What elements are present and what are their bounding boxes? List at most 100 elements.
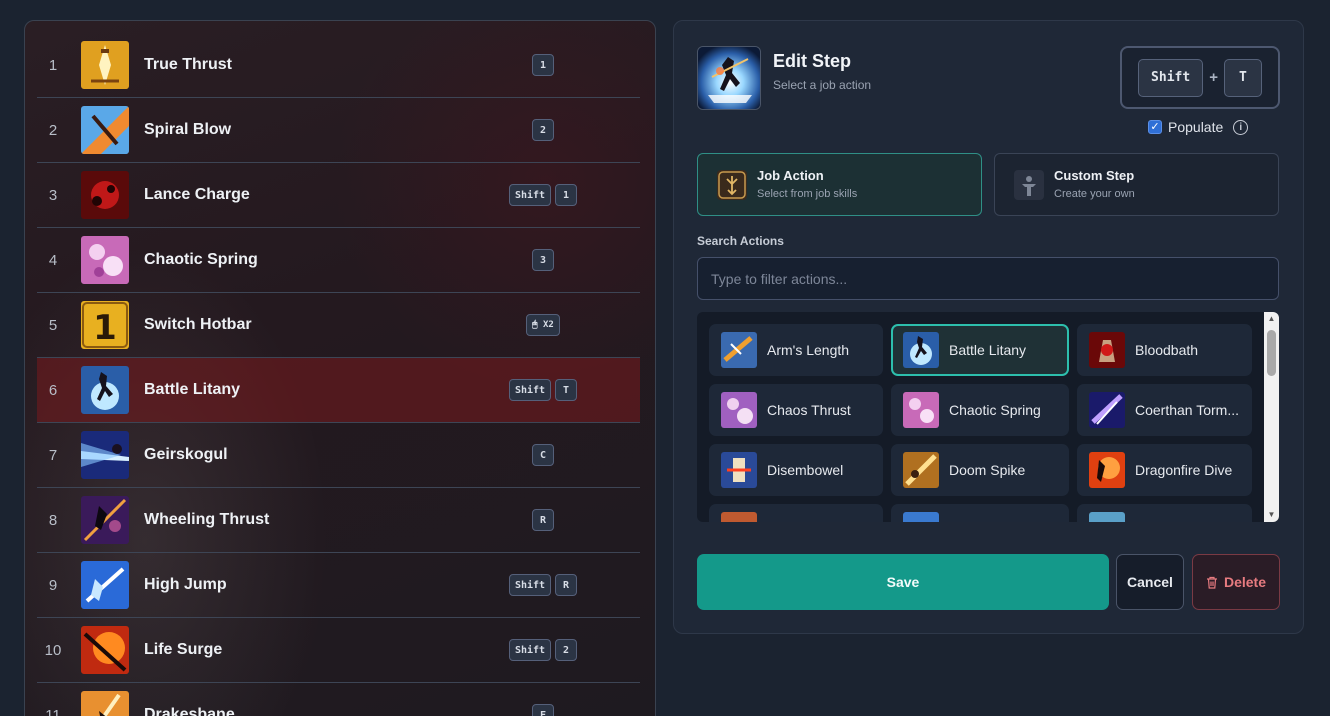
step-number: 9 — [48, 576, 58, 594]
action-tile[interactable]: Doom Spike — [891, 444, 1069, 496]
keycap: 2 — [532, 119, 554, 141]
mode-custom-subtitle: Create your own — [1054, 188, 1135, 200]
action-tile[interactable]: Arm's Length — [709, 324, 883, 376]
action-icon — [903, 452, 939, 488]
action-tile[interactable]: Coerthan Torm... — [1077, 384, 1252, 436]
action-tile[interactable]: Disembowel — [709, 444, 883, 496]
save-button-label: Save — [886, 574, 920, 590]
hotkey-modifier-key: Shift — [1138, 58, 1204, 97]
trash-icon — [1206, 576, 1217, 589]
action-name: Doom Spike — [949, 462, 1026, 478]
search-actions-input[interactable] — [697, 257, 1279, 300]
step-number: 10 — [44, 641, 62, 659]
step-name: Drakesbane — [144, 706, 235, 716]
step-keybind: F — [507, 704, 579, 716]
rotation-step-row[interactable]: 10 Life Surge Shift 2 — [37, 618, 640, 683]
step-number: 3 — [48, 186, 58, 204]
action-tile[interactable]: Chaotic Spring — [891, 384, 1069, 436]
rotation-step-row[interactable]: 11 Drakesbane F — [37, 683, 640, 716]
rotation-panel: 1 True Thrust 1 2 Spiral Blow 2 3 Lance Charge S… — [24, 20, 656, 716]
action-name: Chaotic Spring — [949, 402, 1041, 418]
step-number: 6 — [48, 381, 58, 399]
action-tile-partial[interactable] — [1077, 504, 1252, 522]
action-name: Battle Litany — [949, 342, 1027, 358]
info-icon[interactable]: i — [1233, 119, 1249, 135]
step-number: 8 — [48, 511, 58, 529]
keycap: 🖱 X2 — [526, 314, 560, 336]
rotation-step-row[interactable]: 8 Wheeling Thrust R — [37, 488, 640, 553]
step-name: Wheeling Thrust — [144, 511, 270, 528]
actions-scrollbar[interactable]: ▲ ▼ — [1264, 312, 1279, 522]
step-keybind: Shift T — [507, 379, 579, 401]
keycap: T — [555, 379, 578, 401]
rotation-step-row[interactable]: 2 Spiral Blow 2 — [37, 98, 640, 163]
rotation-step-row[interactable]: 4 Chaotic Spring 3 — [37, 228, 640, 293]
rotation-step-row[interactable]: 1 True Thrust 1 — [37, 33, 640, 98]
keycap: Shift — [508, 379, 552, 401]
populate-checkbox[interactable]: ✓ — [1148, 120, 1162, 134]
step-name: Geirskogul — [144, 446, 228, 463]
scroll-thumb[interactable] — [1267, 330, 1276, 376]
cancel-button[interactable]: Cancel — [1116, 554, 1184, 610]
skill-icon — [81, 431, 129, 479]
action-tile[interactable]: Dragonfire Dive — [1077, 444, 1252, 496]
action-tile-partial[interactable] — [709, 504, 883, 522]
save-button[interactable]: Save — [697, 554, 1109, 610]
step-keybind: 2 — [507, 119, 579, 141]
svg-text:1: 1 — [93, 308, 117, 348]
search-actions-label: Search Actions — [697, 234, 784, 248]
skill-icon — [81, 366, 129, 414]
step-keybind: 🖱 X2 — [507, 314, 579, 336]
rotation-step-row[interactable]: 7 Geirskogul C — [37, 423, 640, 488]
mode-job-title: Job Action — [757, 168, 824, 183]
skill-icon — [81, 691, 129, 716]
step-name: Switch Hotbar — [144, 316, 252, 333]
skill-icon — [81, 106, 129, 154]
action-icon — [1089, 452, 1125, 488]
step-name: Spiral Blow — [144, 121, 232, 138]
delete-button[interactable]: Delete — [1192, 554, 1280, 610]
step-number: 7 — [48, 446, 58, 464]
action-tile[interactable]: Bloodbath — [1077, 324, 1252, 376]
hotkey-plus: + — [1209, 69, 1218, 86]
action-tile-partial[interactable] — [891, 504, 1069, 522]
action-name: Chaos Thrust — [767, 402, 851, 418]
action-icon — [903, 392, 939, 428]
keycap: 2 — [555, 639, 578, 661]
action-name: Bloodbath — [1135, 342, 1199, 358]
edit-step-subtitle: Select a job action — [773, 78, 872, 92]
scroll-up-icon[interactable]: ▲ — [1264, 312, 1279, 326]
step-name: High Jump — [144, 576, 227, 593]
step-keybind: R — [507, 509, 579, 531]
action-tile[interactable]: Battle Litany — [891, 324, 1069, 376]
mode-job-subtitle: Select from job skills — [757, 188, 858, 200]
action-tile[interactable]: Chaos Thrust — [709, 384, 883, 436]
mode-custom-step[interactable]: Custom Step Create your own — [994, 153, 1279, 216]
step-keybind: C — [507, 444, 579, 466]
action-icon — [721, 392, 757, 428]
job-crest-icon — [717, 169, 747, 200]
action-name: Arm's Length — [767, 342, 850, 358]
rotation-step-row[interactable]: 6 Battle Litany Shift T — [37, 358, 640, 423]
skill-icon: 1 — [81, 301, 129, 349]
keycap: 1 — [532, 54, 554, 76]
actions-list: Arm's Length Battle Litany Bloodbath Chaos … — [697, 312, 1279, 522]
action-icon — [721, 332, 757, 368]
edit-step-title: Edit Step — [773, 51, 852, 71]
rotation-step-row[interactable]: 3 Lance Charge Shift 1 — [37, 163, 640, 228]
rotation-step-row[interactable]: 5 1 Switch Hotbar 🖱 X2 — [37, 293, 640, 358]
action-icon — [721, 512, 757, 522]
populate-option: ✓ Populate i — [1148, 119, 1249, 135]
step-keybind: Shift 1 — [507, 184, 579, 206]
delete-button-label: Delete — [1223, 574, 1267, 590]
keycap: Shift — [508, 574, 552, 596]
mode-job-action[interactable]: Job Action Select from job skills — [697, 153, 982, 216]
rotation-step-row[interactable]: 9 High Jump Shift R — [37, 553, 640, 618]
action-icon — [903, 512, 939, 522]
scroll-down-icon[interactable]: ▼ — [1264, 508, 1279, 522]
keycap: 3 — [532, 249, 554, 271]
action-name: Disembowel — [767, 462, 844, 478]
hotkey-capture-box[interactable]: Shift + T — [1120, 46, 1280, 109]
step-name: Chaotic Spring — [144, 251, 258, 268]
skill-icon — [81, 41, 129, 89]
